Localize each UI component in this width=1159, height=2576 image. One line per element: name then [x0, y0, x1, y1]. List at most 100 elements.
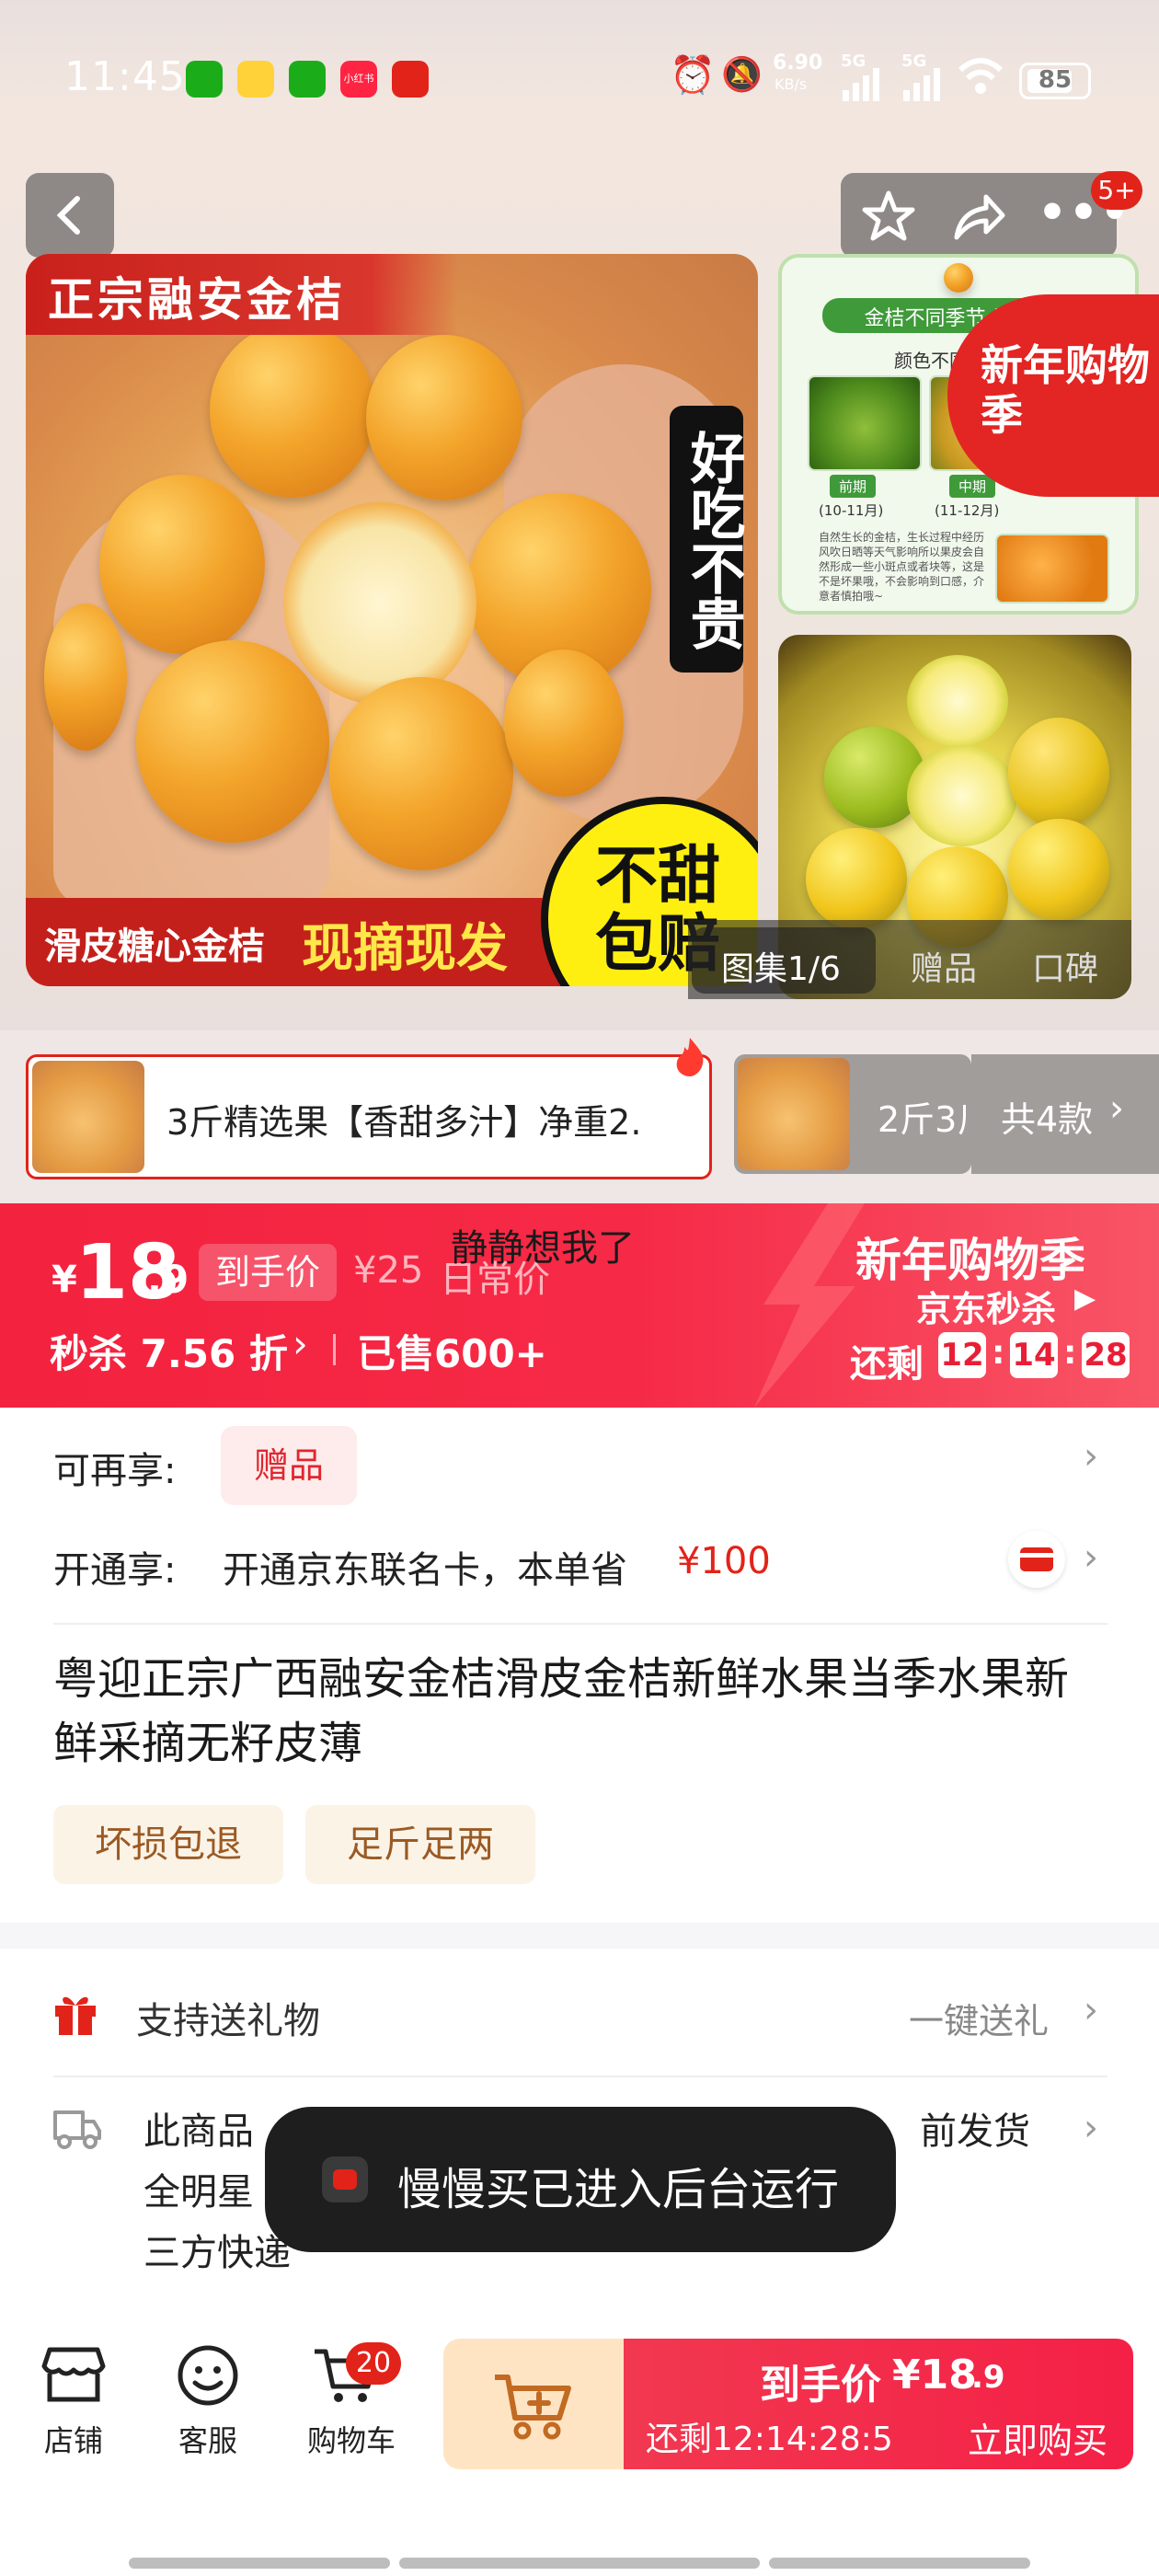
net-speed: 6.90	[773, 52, 823, 75]
status-bar: 11:45 小红书 ⏰ 🔕 6.90 KB/s 5G 5G 85	[0, 37, 1159, 110]
cart-count-badge: 20	[346, 2342, 401, 2385]
favorite-star-icon[interactable]	[861, 190, 916, 243]
extra-benefit-label: 可再享:	[53, 1450, 177, 1492]
customer-service-label: 客服	[178, 2423, 237, 2458]
buy-action-label: 立即购买	[968, 2421, 1108, 2461]
chevron-right-icon: ›	[1084, 1435, 1098, 1478]
sku-option-label: 3斤精选果【香甜多汁】净重2.	[166, 1102, 642, 1143]
wechat-icon	[186, 61, 223, 98]
chat-smiley-icon	[178, 2345, 238, 2406]
flower-app-icon	[237, 61, 274, 98]
divider	[53, 1623, 1107, 1625]
wechat-icon	[289, 61, 326, 98]
system-nav-pill	[129, 2558, 390, 2569]
sold-count: 已售600+	[357, 1331, 547, 1376]
gift-service-action[interactable]: 一键送礼	[909, 1993, 1049, 2043]
product-title: 粤迎正宗广西融安金桔滑皮金桔新鲜水果当季水果新鲜采摘无籽皮薄	[53, 1653, 1070, 1769]
price-tag: 到手价	[199, 1244, 337, 1301]
store-icon	[41, 2347, 106, 2402]
shipping-line-1-end: 前发货	[920, 2110, 1030, 2153]
store-button[interactable]: 店铺	[28, 2339, 120, 2458]
jd-icon	[392, 61, 429, 98]
gift-service-label: 支持送礼物	[136, 2000, 320, 2042]
sku-selector: 3斤精选果【香甜多汁】净重2. 2斤3斤 共4款 ›	[0, 1030, 1159, 1203]
thumb-note: 自然生长的金桔，生长过程中经历风吹日晒等天气影响所以果皮会自然形成一些小斑点或者…	[819, 531, 984, 603]
back-button[interactable]	[26, 173, 114, 258]
stage-label: 中期	[949, 475, 996, 498]
feature-tag: 足斤足两	[305, 1805, 535, 1884]
feature-tag: 坏损包退	[53, 1805, 283, 1884]
gallery-tabs: 图集1/6 赠品 口碑	[688, 920, 1131, 999]
cart-label: 购物车	[306, 2423, 396, 2458]
stage-label: 前期	[830, 475, 877, 498]
vertical-tag-text: 好吃不贵	[681, 430, 745, 650]
sku-option-label: 2斤3斤	[878, 1099, 966, 1140]
festival-corner-text: 新年购物季	[981, 340, 1150, 440]
extra-benefit-row[interactable]: 可再享: 赠品 ›	[0, 1408, 1159, 1511]
shipping-line-2: 全明星	[143, 2171, 254, 2214]
overlay-text: 静静想我了	[451, 1227, 635, 1270]
sku-total[interactable]: 共4款 ›	[971, 1054, 1159, 1174]
tab-gallery[interactable]: 图集1/6	[721, 942, 841, 990]
sku-option[interactable]: 2斤3斤	[734, 1054, 971, 1174]
hot-flame-icon	[676, 1038, 704, 1076]
wifi-icon	[958, 58, 1004, 94]
gift-icon	[55, 1996, 96, 2035]
shipping-line-1: 此商品	[143, 2110, 254, 2153]
add-to-cart-button[interactable]	[443, 2339, 624, 2469]
buy-price-decimal: .9	[971, 2359, 1005, 2396]
discount-label[interactable]: 秒杀 7.56 折	[50, 1323, 288, 1379]
tab-reviews[interactable]: 口碑	[1032, 942, 1098, 990]
shipping-line-3: 三方快递	[143, 2232, 291, 2274]
countdown-hours: 12	[938, 1332, 986, 1378]
countdown-label: 还剩	[850, 1343, 924, 1386]
festival-corner-badge[interactable]: 新年购物季	[947, 294, 1159, 497]
countdown-minutes: 14	[1010, 1332, 1058, 1378]
toast-notification: 慢慢买已进入后台运行	[265, 2107, 896, 2252]
campaign-subtitle[interactable]: 京东秒杀	[916, 1281, 1056, 1331]
cobrand-card-label: 开通享:	[53, 1549, 177, 1592]
message-badge: 5+	[1091, 171, 1142, 210]
stage-months: (10-11月)	[819, 502, 884, 519]
add-to-cart-icon	[495, 2375, 571, 2440]
cobrand-card-amount: ¥100	[677, 1540, 771, 1582]
countdown-seconds: 28	[1082, 1332, 1130, 1378]
sku-option-selected[interactable]: 3斤精选果【香甜多汁】净重2.	[26, 1054, 712, 1179]
main-product-image[interactable]: 正宗融安金桔 好吃不贵 滑皮糖心金桔 现摘现发 不甜包赔	[26, 254, 758, 986]
gift-pill[interactable]: 赠品	[221, 1426, 357, 1505]
mute-icon: 🔕	[721, 56, 763, 94]
xiaohongshu-icon: 小红书	[340, 61, 377, 98]
app-logo-icon	[322, 2156, 368, 2202]
divider	[53, 2076, 1107, 2077]
tab-gift[interactable]: 赠品	[911, 942, 977, 990]
toast-text: 慢慢买已进入后台运行	[397, 2164, 840, 2215]
cobrand-card-row[interactable]: 开通享: 开通京东联名卡，本单省 ¥100 ›	[0, 1520, 1159, 1610]
sku-total-label: 共4款	[1001, 1099, 1094, 1140]
price-banner: ¥ 18 .9 到手价 ¥25 日常价 静静想我了 秒杀 7.56 折 › 已售…	[0, 1203, 1159, 1408]
vertical-tag: 好吃不贵	[670, 406, 745, 673]
price-decimal: .9	[147, 1257, 189, 1302]
system-nav-pill	[769, 2558, 1030, 2569]
bottom-strip-highlight: 现摘现发	[302, 919, 508, 979]
buy-now-button[interactable]: 到手价 ¥18 .9 还剩12:14:28:5 立即购买	[624, 2339, 1133, 2469]
delivery-truck-icon	[53, 2110, 101, 2149]
gift-service-row[interactable]: 支持送礼物 一键送礼 ›	[0, 1969, 1159, 2061]
buy-countdown: 还剩12:14:28:5	[646, 2421, 893, 2458]
signal-icon	[903, 68, 940, 101]
original-price: ¥25	[353, 1249, 424, 1292]
main-image-banner: 正宗融安金桔	[26, 254, 458, 335]
price-currency: ¥	[52, 1259, 77, 1301]
chevron-right-icon: ›	[293, 1321, 308, 1366]
customer-service-button[interactable]: 客服	[162, 2339, 254, 2458]
stage-months: (11-12月)	[935, 502, 1000, 519]
system-nav-pill	[399, 2558, 760, 2569]
battery-level: 85	[1038, 66, 1073, 94]
signal-icon	[843, 68, 879, 101]
chevron-right-icon: ›	[1084, 2107, 1098, 2149]
share-icon[interactable]	[951, 191, 1006, 241]
chevron-right-icon: ›	[1084, 1536, 1098, 1579]
buy-price: ¥18	[892, 2352, 977, 2398]
top-actions: •••	[841, 173, 1130, 258]
chevron-right-icon: ›	[1109, 1087, 1124, 1130]
play-arrow-icon: ▶	[1074, 1282, 1096, 1315]
